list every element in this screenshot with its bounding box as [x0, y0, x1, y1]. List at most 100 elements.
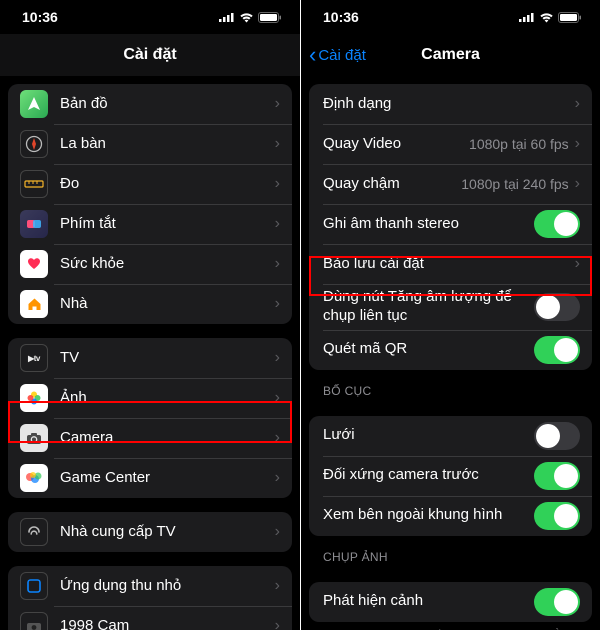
- row-label: Quay chậm: [323, 175, 461, 194]
- settings-row-home[interactable]: Nhà›: [8, 284, 292, 324]
- settings-group: Phát hiện cảnh: [309, 582, 592, 622]
- chevron-right-icon: ›: [575, 95, 580, 113]
- row-label: Quét mã QR: [323, 340, 534, 359]
- home-icon: [20, 290, 48, 318]
- settings-row[interactable]: Quét mã QR: [309, 330, 592, 370]
- row-label: Lưới: [323, 426, 534, 445]
- section-footer: Tự động cải thiện ảnh về các cảnh khác n…: [301, 622, 600, 630]
- settings-row-widget[interactable]: Ứng dụng thu nhỏ›: [8, 566, 292, 606]
- row-label: Phím tắt: [60, 215, 275, 234]
- page-title: Cài đặt: [123, 46, 176, 64]
- back-button[interactable]: ‹ Cài đặt: [309, 44, 366, 66]
- row-detail: 1080p tại 60 fps: [469, 136, 569, 152]
- settings-row[interactable]: Quay chậm1080p tại 240 fps ›: [309, 164, 592, 204]
- tv-icon: ▶tv: [20, 344, 48, 372]
- settings-row-gamecenter[interactable]: Game Center›: [8, 458, 292, 498]
- row-label: Sức khỏe: [60, 255, 275, 274]
- battery-icon: [258, 12, 282, 23]
- toggle-switch[interactable]: [534, 422, 580, 450]
- photos-icon: [20, 384, 48, 412]
- chevron-right-icon: ›: [275, 215, 280, 233]
- settings-group: ▶tvTV›Ảnh›Camera›Game Center›: [8, 338, 292, 498]
- settings-row-provider[interactable]: Nhà cung cấp TV›: [8, 512, 292, 552]
- navbar: ‹ Cài đặt Camera: [301, 34, 600, 76]
- settings-row[interactable]: Định dạng›: [309, 84, 592, 124]
- chevron-right-icon: ›: [575, 255, 580, 273]
- settings-row[interactable]: Quay Video1080p tại 60 fps ›: [309, 124, 592, 164]
- settings-row-health[interactable]: Sức khỏe›: [8, 244, 292, 284]
- chevron-right-icon: ›: [275, 95, 280, 113]
- settings-row-1998[interactable]: 1998 Cam›: [8, 606, 292, 630]
- row-label: TV: [60, 349, 275, 368]
- chevron-right-icon: ›: [275, 523, 280, 541]
- chevron-right-icon: ›: [575, 175, 580, 193]
- settings-row-tv[interactable]: ▶tv TV›: [8, 338, 292, 378]
- gamecenter-icon: [20, 464, 48, 492]
- row-label: La bàn: [60, 135, 275, 154]
- toggle-switch[interactable]: [534, 336, 580, 364]
- signal-icon: [219, 12, 235, 22]
- chevron-right-icon: ›: [275, 429, 280, 447]
- toggle-switch[interactable]: [534, 588, 580, 616]
- health-icon: [20, 250, 48, 278]
- status-indicators: [519, 12, 582, 23]
- chevron-right-icon: ›: [275, 349, 280, 367]
- toggle-switch[interactable]: [534, 462, 580, 490]
- row-label: Nhà: [60, 295, 275, 314]
- 1998-icon: [20, 612, 48, 630]
- settings-row-compass[interactable]: La bàn›: [8, 124, 292, 164]
- chevron-right-icon: ›: [275, 135, 280, 153]
- provider-icon: [20, 518, 48, 546]
- settings-row[interactable]: Ghi âm thanh stereo: [309, 204, 592, 244]
- settings-row[interactable]: Lưới: [309, 416, 592, 456]
- settings-row[interactable]: Dùng nút Tăng âm lượng để chụp liên tục: [309, 284, 592, 330]
- row-label: Đối xứng camera trước: [323, 466, 534, 485]
- row-label: Ghi âm thanh stereo: [323, 215, 534, 234]
- widget-icon: [20, 572, 48, 600]
- row-label: Đo: [60, 175, 275, 194]
- row-label: 1998 Cam: [60, 617, 275, 630]
- row-label: Định dạng: [323, 95, 575, 114]
- settings-row[interactable]: Bảo lưu cài đặt›: [309, 244, 592, 284]
- chevron-right-icon: ›: [575, 135, 580, 153]
- toggle-switch[interactable]: [534, 210, 580, 238]
- settings-row-maps[interactable]: Bản đồ›: [8, 84, 292, 124]
- wifi-icon: [239, 12, 254, 23]
- maps-icon: [20, 90, 48, 118]
- settings-row[interactable]: Xem bên ngoài khung hình: [309, 496, 592, 536]
- row-label: Game Center: [60, 469, 275, 488]
- chevron-right-icon: ›: [275, 617, 280, 630]
- chevron-right-icon: ›: [275, 255, 280, 273]
- row-label: Xem bên ngoài khung hình: [323, 506, 534, 525]
- shortcuts-icon: [20, 210, 48, 238]
- settings-group: Lưới Đối xứng camera trước Xem bên ngoài k…: [309, 416, 592, 536]
- settings-row-camera[interactable]: Camera›: [8, 418, 292, 458]
- settings-list[interactable]: Bản đồ›La bàn›Đo›Phím tắt›Sức khỏe›Nhà›▶…: [0, 76, 300, 630]
- toggle-switch[interactable]: [534, 293, 580, 321]
- row-label: Bản đồ: [60, 95, 275, 114]
- row-label: Quay Video: [323, 135, 469, 154]
- settings-group: Ứng dụng thu nhỏ›1998 Cam›: [8, 566, 292, 630]
- settings-group: Định dạng›Quay Video1080p tại 60 fps›Qua…: [309, 84, 592, 370]
- chevron-left-icon: ‹: [309, 44, 316, 66]
- row-label: Nhà cung cấp TV: [60, 523, 275, 542]
- settings-row[interactable]: Đối xứng camera trước: [309, 456, 592, 496]
- navbar: Cài đặt: [0, 34, 300, 76]
- row-label: Ảnh: [60, 389, 275, 408]
- settings-row-shortcuts[interactable]: Phím tắt›: [8, 204, 292, 244]
- back-label: Cài đặt: [318, 47, 366, 64]
- row-detail: 1080p tại 240 fps: [461, 176, 568, 192]
- settings-screen: 10:36 Cài đặt Bản đồ›La bàn›Đo›Phím tắt›…: [0, 0, 300, 630]
- row-label: Bảo lưu cài đặt: [323, 255, 575, 274]
- settings-row[interactable]: Phát hiện cảnh: [309, 582, 592, 622]
- chevron-right-icon: ›: [275, 295, 280, 313]
- section-header-capture: CHỤP ẢNH: [301, 536, 600, 568]
- chevron-right-icon: ›: [275, 175, 280, 193]
- settings-row-photos[interactable]: Ảnh›: [8, 378, 292, 418]
- camera-settings-list[interactable]: Định dạng›Quay Video1080p tại 60 fps›Qua…: [301, 76, 600, 630]
- row-label: Camera: [60, 429, 275, 448]
- camera-settings-screen: 10:36 ‹ Cài đặt Camera Định dạng›Quay Vi…: [300, 0, 600, 630]
- settings-row-measure[interactable]: Đo›: [8, 164, 292, 204]
- toggle-switch[interactable]: [534, 502, 580, 530]
- compass-icon: [20, 130, 48, 158]
